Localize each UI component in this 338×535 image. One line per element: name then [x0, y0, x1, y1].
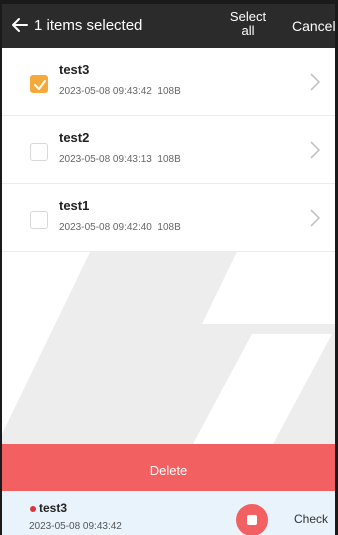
checkmark-icon	[34, 80, 46, 90]
cancel-button[interactable]: Cancel	[292, 18, 335, 34]
item-date: 2023-05-08 09:42:40	[59, 222, 152, 233]
back-arrow-icon[interactable]	[8, 14, 30, 36]
recording-list: test3 2023-05-08 09:43:42 108B test2 202…	[2, 48, 335, 252]
chevron-right-icon[interactable]	[309, 72, 321, 92]
playback-name: test3	[39, 501, 68, 515]
item-size: 108B	[157, 154, 181, 165]
list-item[interactable]: test2 2023-05-08 09:43:13 108B	[2, 116, 335, 184]
item-size: 108B	[157, 86, 181, 97]
top-bar: 1 items selected Select all Cancel	[2, 4, 335, 48]
stop-button[interactable]	[236, 504, 268, 535]
stop-icon	[247, 515, 257, 525]
recording-dot-icon	[30, 506, 36, 512]
item-date: 2023-05-08 09:43:13	[59, 154, 152, 165]
list-item[interactable]: test3 2023-05-08 09:43:42 108B	[2, 48, 335, 116]
item-meta: 2023-05-08 09:43:42 108B	[59, 86, 181, 97]
chevron-right-icon[interactable]	[309, 140, 321, 160]
item-name: test2	[59, 130, 90, 145]
item-date: 2023-05-08 09:43:42	[59, 86, 152, 97]
item-checkbox[interactable]	[30, 75, 48, 93]
item-size: 108B	[157, 222, 181, 233]
check-button[interactable]: Check	[294, 512, 328, 526]
selection-count-title: 1 items selected	[34, 17, 143, 34]
item-meta: 2023-05-08 09:42:40 108B	[59, 222, 181, 233]
item-checkbox[interactable]	[30, 211, 48, 229]
item-checkbox[interactable]	[30, 143, 48, 161]
playback-time: 2023-05-08 09:43:42	[29, 521, 122, 532]
app-screen: R 1 items selected Select all Cancel tes…	[0, 0, 338, 535]
item-name: test1	[59, 198, 90, 213]
list-item[interactable]: test1 2023-05-08 09:42:40 108B	[2, 184, 335, 252]
item-name: test3	[59, 62, 90, 77]
chevron-right-icon[interactable]	[309, 208, 321, 228]
select-all-button[interactable]: Select all	[228, 10, 268, 38]
item-meta: 2023-05-08 09:43:13 108B	[59, 154, 181, 165]
delete-label: Delete	[149, 463, 188, 478]
delete-button[interactable]: Delete	[2, 444, 335, 491]
